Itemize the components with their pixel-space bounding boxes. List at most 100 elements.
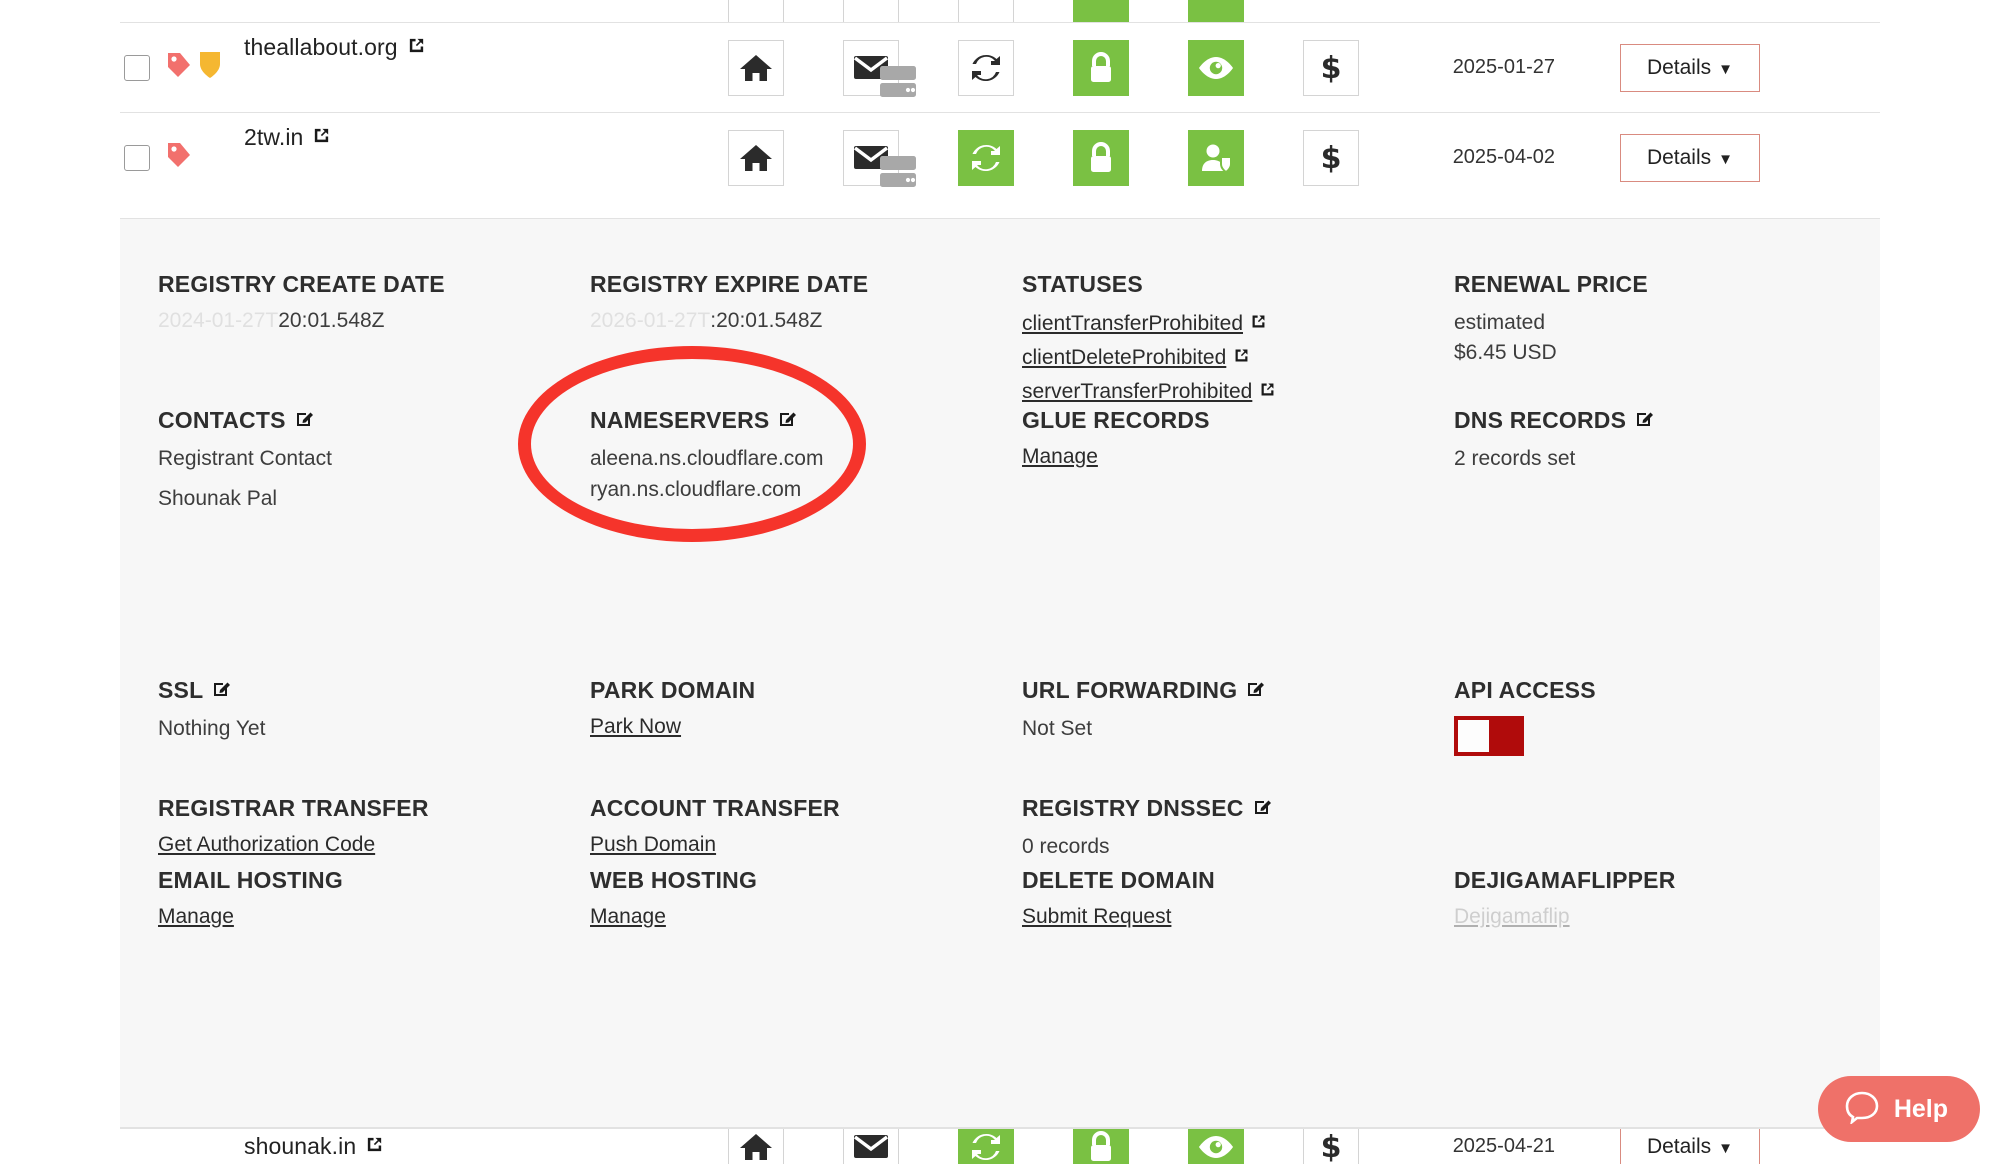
- action-lock-cell: [1043, 1129, 1158, 1164]
- row-date: 2025-04-21: [1452, 1135, 1555, 1157]
- api-access-toggle[interactable]: [1454, 716, 1524, 756]
- home-icon-box[interactable]: [727, 1129, 784, 1164]
- tag-icon[interactable]: [166, 140, 192, 175]
- email-icon-box[interactable]: [842, 129, 916, 187]
- email-icon-box[interactable]: [842, 0, 899, 22]
- field-label: ACCOUNT TRANSFER: [590, 795, 840, 821]
- refresh-icon: [971, 1133, 1000, 1160]
- action-refresh-cell: [928, 39, 1043, 96]
- action-home-cell: [698, 0, 813, 22]
- lock-icon-box[interactable]: [1072, 129, 1129, 186]
- domain-table: theallabout.org $ 2025-01-27 Details ▼ 2…: [120, 0, 1880, 202]
- refresh-icon-box[interactable]: [957, 129, 1014, 186]
- field-nameservers: NAMESERVERS aleena.ns.cloudflare.com rya…: [590, 407, 1022, 512]
- field-renewal-price: RENEWAL PRICE estimated $6.45 USD: [1454, 271, 1886, 404]
- refresh-icon: [971, 54, 1000, 81]
- lock-icon-box[interactable]: [1072, 0, 1129, 22]
- row-checkbox-cell: [120, 144, 160, 171]
- field-label: WEB HOSTING: [590, 867, 758, 893]
- dejigamaflip-link[interactable]: Dejigamaflip: [1454, 905, 1570, 929]
- submit-request-link[interactable]: Submit Request: [1022, 905, 1171, 929]
- domain-name-link[interactable]: shounak.in: [244, 1133, 384, 1160]
- field-statuses: STATUSES clientTransferProhibited client…: [1022, 271, 1454, 404]
- external-link-icon[interactable]: [407, 34, 426, 61]
- row-name-cell: 2tw.in: [238, 124, 698, 171]
- edit-icon[interactable]: [778, 407, 798, 434]
- field-account-transfer: ACCOUNT TRANSFER Push Domain: [590, 795, 1022, 861]
- park-now-link[interactable]: Park Now: [590, 715, 681, 739]
- external-link-icon[interactable]: [312, 124, 331, 151]
- edit-icon[interactable]: [1246, 677, 1266, 704]
- field-label: REGISTRAR TRANSFER: [158, 795, 429, 821]
- edit-icon[interactable]: [1253, 795, 1273, 822]
- external-link-icon: [1233, 346, 1250, 370]
- edit-icon[interactable]: [1635, 407, 1655, 434]
- svg-text:$: $: [1321, 51, 1341, 85]
- status-label: clientDeleteProhibited: [1022, 346, 1227, 369]
- dollar-icon-box[interactable]: $: [1302, 129, 1359, 186]
- home-icon-box[interactable]: [727, 39, 784, 96]
- status-label: clientTransferProhibited: [1022, 312, 1243, 335]
- refresh-icon-box[interactable]: [957, 1129, 1014, 1164]
- action-lock-cell: [1043, 39, 1158, 96]
- email-icon: [853, 1135, 888, 1158]
- details-button-label: Details: [1646, 55, 1712, 79]
- status-link[interactable]: clientDeleteProhibited: [1022, 346, 1250, 370]
- dollar-icon: $: [1321, 51, 1341, 85]
- eye-icon-box[interactable]: [1187, 0, 1244, 22]
- action-refresh-cell: [928, 0, 1043, 22]
- refresh-icon-box[interactable]: [957, 0, 1014, 22]
- domain-name-link[interactable]: theallabout.org: [244, 34, 426, 61]
- action-home-cell: [698, 1129, 813, 1164]
- url-forwarding-value: Not Set: [1022, 717, 1093, 740]
- web-hosting-manage-link[interactable]: Manage: [590, 905, 666, 929]
- eye-icon-box[interactable]: [1187, 39, 1244, 96]
- dns-records-value: 2 records set: [1454, 447, 1576, 470]
- email-icon-box[interactable]: [842, 39, 916, 97]
- action-eye-cell: [1158, 1129, 1273, 1164]
- get-authorization-code-link[interactable]: Get Authorization Code: [158, 833, 375, 857]
- field-label-text: URL FORWARDING: [1022, 677, 1238, 703]
- field-label: NAMESERVERS: [590, 407, 798, 434]
- tag-icon[interactable]: [166, 50, 192, 85]
- field-label: RENEWAL PRICE: [1454, 271, 1648, 297]
- row-select-checkbox[interactable]: [124, 144, 150, 171]
- push-domain-link[interactable]: Push Domain: [590, 833, 716, 857]
- details-button[interactable]: Details ▼: [1619, 133, 1760, 182]
- action-user-shield-cell: [1158, 129, 1273, 186]
- field-ssl: SSL Nothing Yet: [158, 677, 590, 756]
- glue-records-manage-link[interactable]: Manage: [1022, 445, 1098, 469]
- action-email-cell: [813, 39, 928, 97]
- help-widget-button[interactable]: Help: [1817, 1076, 1980, 1142]
- email-hosting-manage-link[interactable]: Manage: [158, 905, 234, 929]
- lock-icon-box[interactable]: [1072, 1129, 1129, 1164]
- home-icon: [739, 144, 772, 171]
- status-link[interactable]: serverTransferProhibited: [1022, 380, 1276, 404]
- details-button[interactable]: Details ▼: [1619, 1129, 1760, 1164]
- contact-type: Registrant Contact: [158, 447, 332, 470]
- edit-icon[interactable]: [212, 677, 232, 704]
- eye-icon-box[interactable]: [1187, 1129, 1244, 1164]
- external-link-icon[interactable]: [365, 1133, 384, 1160]
- email-icon-box[interactable]: [842, 1129, 899, 1164]
- refresh-icon-box[interactable]: [957, 39, 1014, 96]
- field-park-domain: PARK DOMAIN Park Now: [590, 677, 1022, 756]
- dollar-icon-box[interactable]: $: [1302, 39, 1359, 96]
- action-lock-cell: [1043, 129, 1158, 186]
- domain-name-link[interactable]: 2tw.in: [244, 124, 331, 151]
- contact-name: Shounak Pal: [158, 486, 278, 510]
- status-link[interactable]: clientTransferProhibited: [1022, 312, 1267, 336]
- row-select-checkbox[interactable]: [124, 54, 150, 81]
- row-date: 2025-04-02: [1452, 146, 1555, 168]
- shield-icon[interactable]: [198, 50, 222, 85]
- lock-icon: [1090, 141, 1111, 172]
- user-shield-icon-box[interactable]: [1187, 129, 1244, 186]
- dollar-icon-box[interactable]: $: [1302, 1129, 1359, 1164]
- field-web-hosting: WEB HOSTING Manage: [590, 867, 1022, 929]
- home-icon-box[interactable]: [727, 129, 784, 186]
- lock-icon-box[interactable]: [1072, 39, 1129, 96]
- edit-icon[interactable]: [295, 407, 315, 434]
- details-button[interactable]: Details ▼: [1619, 43, 1760, 92]
- home-icon-box[interactable]: [727, 0, 784, 22]
- field-label: SSL: [158, 677, 232, 704]
